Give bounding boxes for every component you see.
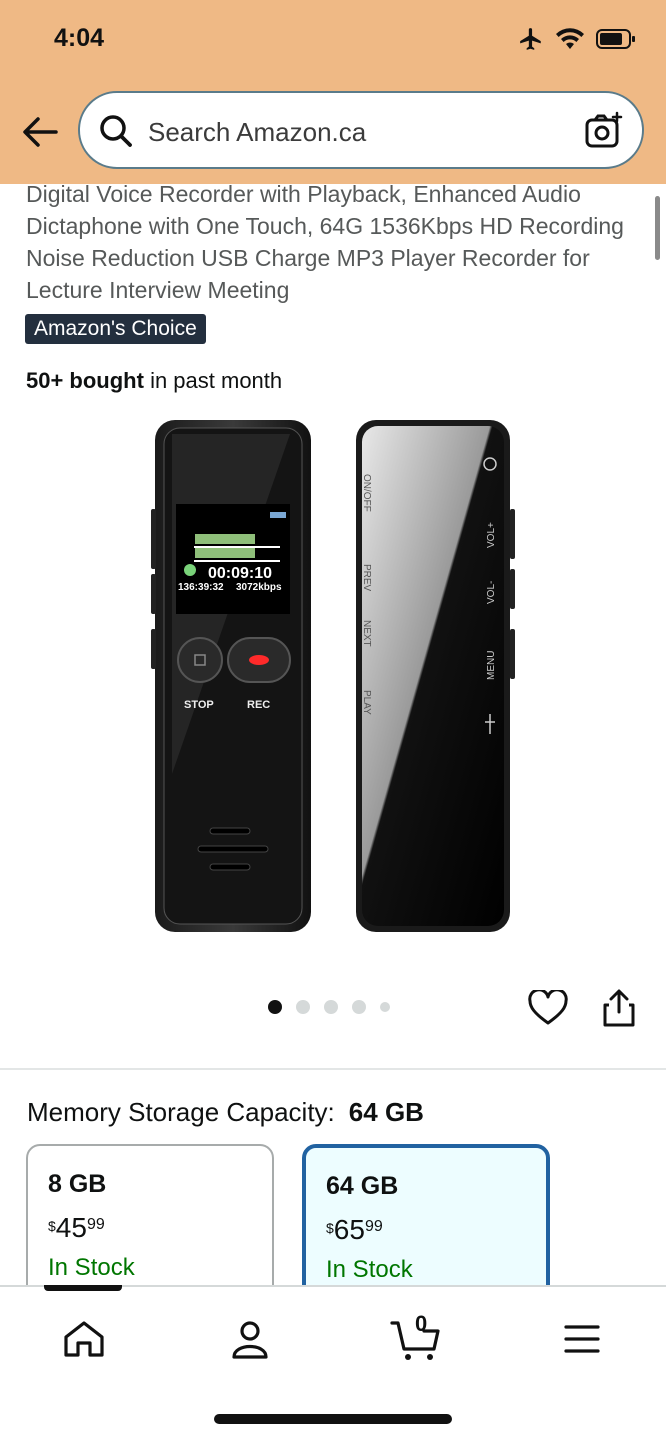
cart-count: 0 xyxy=(415,1311,428,1336)
carousel-dot[interactable] xyxy=(296,1000,310,1014)
carousel-dot[interactable] xyxy=(324,1000,338,1014)
account-icon[interactable] xyxy=(226,1315,274,1363)
rec-label: REC xyxy=(247,699,270,711)
voldown-label: VOL- xyxy=(486,581,497,604)
search-icon xyxy=(98,113,134,154)
airplane-icon xyxy=(518,26,544,57)
home-icon[interactable] xyxy=(60,1315,108,1363)
status-time: 4:04 xyxy=(54,24,105,52)
stop-label: STOP xyxy=(184,699,214,711)
carousel-dot[interactable] xyxy=(352,1000,366,1014)
share-icon[interactable] xyxy=(602,988,636,1033)
next-label: NEXT xyxy=(361,620,372,647)
bought-count-rest: in past month xyxy=(143,368,283,393)
device-clock: 136:39:32 xyxy=(178,582,224,593)
price-currency: $ xyxy=(326,1220,334,1236)
option-stock: In Stock xyxy=(326,1256,413,1283)
device-timer: 00:09:10 xyxy=(208,565,272,582)
volup-label: VOL+ xyxy=(486,522,497,548)
option-stock: In Stock xyxy=(48,1254,135,1281)
play-label: PLAY xyxy=(361,690,372,715)
section-divider xyxy=(0,1068,666,1070)
onoff-label: ON/OFF xyxy=(361,474,372,512)
battery-icon xyxy=(596,29,636,54)
device-bitrate: 3072kbps xyxy=(236,582,282,593)
app-header: 4:04 Search Amazon.ca xyxy=(0,0,666,184)
scrollbar[interactable] xyxy=(655,196,660,260)
search-input[interactable]: Search Amazon.ca xyxy=(78,91,644,169)
product-title[interactable]: Digital Voice Recorder with Playback, En… xyxy=(26,178,638,306)
price-cents: 99 xyxy=(86,1216,105,1233)
capacity-option-8gb[interactable]: 8 GB $4599 In Stock xyxy=(26,1144,274,1304)
capacity-label: Memory Storage Capacity: 64 GB xyxy=(27,1097,424,1128)
carousel-dots[interactable] xyxy=(268,1000,390,1014)
menu-icon[interactable] xyxy=(558,1315,606,1363)
menu-label: MENU xyxy=(486,651,497,680)
status-icons xyxy=(518,26,636,57)
option-size: 8 GB xyxy=(48,1170,107,1198)
price-currency: $ xyxy=(48,1218,56,1234)
option-price: $4599 xyxy=(48,1212,105,1244)
capacity-label-text: Memory Storage Capacity: xyxy=(27,1097,335,1127)
capacity-option-64gb[interactable]: 64 GB $6599 In Stock xyxy=(302,1144,550,1304)
search-placeholder: Search Amazon.ca xyxy=(148,117,367,147)
bought-count: 50+ bought in past month xyxy=(26,368,282,394)
carousel-dot[interactable] xyxy=(268,1000,282,1014)
option-size: 64 GB xyxy=(326,1172,399,1200)
heart-icon[interactable] xyxy=(528,988,568,1031)
price-dollars: 65 xyxy=(333,1214,365,1245)
back-arrow-icon[interactable] xyxy=(20,112,60,152)
bought-count-bold: 50+ bought xyxy=(26,368,144,393)
capacity-selected-value: 64 GB xyxy=(348,1097,424,1127)
prev-label: PREV xyxy=(361,564,372,592)
amazons-choice-badge[interactable]: Amazon's Choice xyxy=(25,314,206,344)
product-image[interactable]: 00:09:10 136:39:32 3072kbps STOP REC ON/… xyxy=(150,414,520,938)
price-cents: 99 xyxy=(364,1218,383,1235)
nav-active-indicator xyxy=(44,1285,122,1291)
price-dollars: 45 xyxy=(55,1212,87,1243)
home-indicator xyxy=(214,1414,452,1424)
option-price: $6599 xyxy=(326,1214,383,1246)
camera-search-icon[interactable] xyxy=(584,111,624,156)
wifi-icon xyxy=(556,28,584,55)
carousel-dot[interactable] xyxy=(380,1002,390,1012)
